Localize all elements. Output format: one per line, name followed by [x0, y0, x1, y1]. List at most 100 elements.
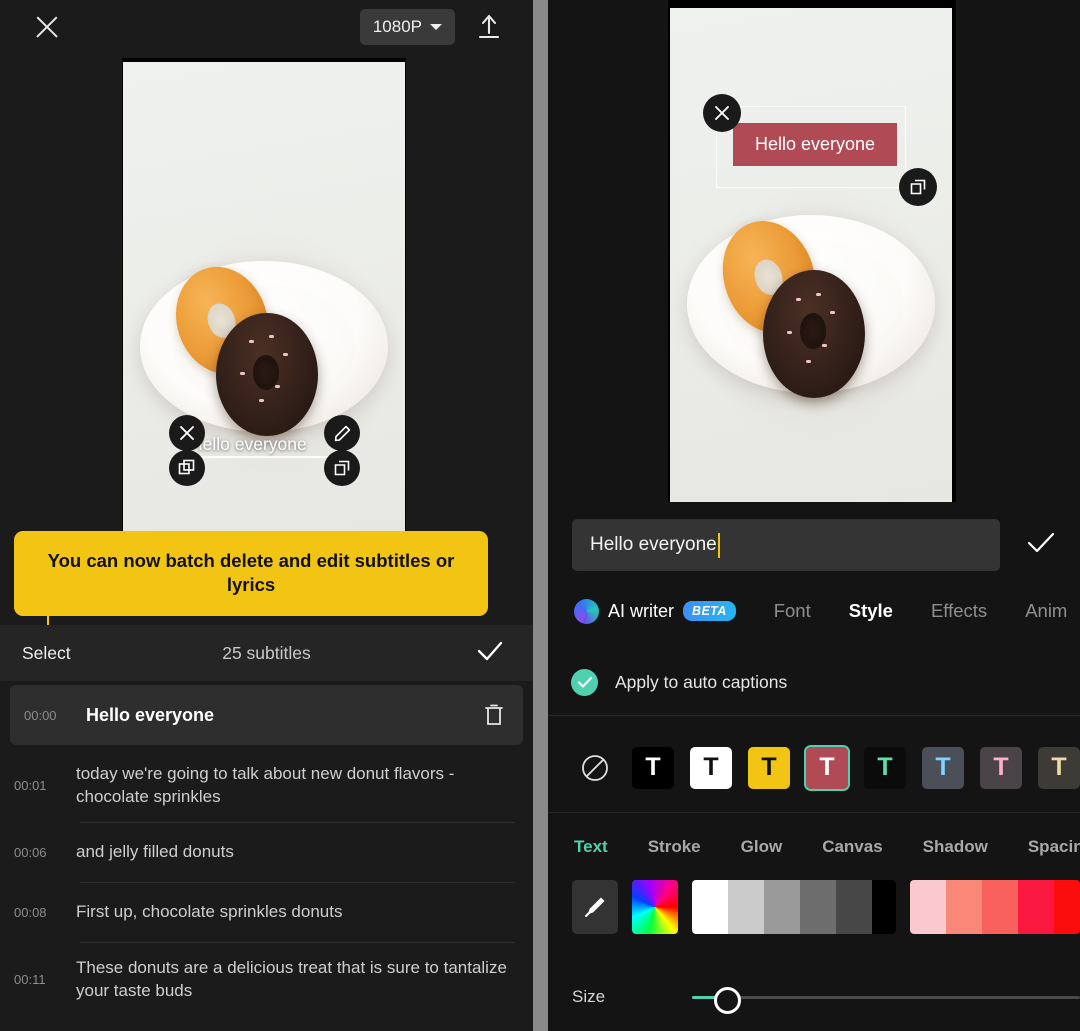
- overlay-edit-pencil-icon[interactable]: [324, 415, 360, 451]
- left-preview-image[interactable]: [123, 62, 405, 536]
- beta-badge: BETA: [683, 601, 736, 621]
- text-confirm-icon[interactable]: [1024, 530, 1058, 561]
- subtitle-text: today we're going to talk about new donu…: [76, 764, 455, 806]
- right-overlay-text[interactable]: Hello everyone: [733, 123, 898, 166]
- preset-green-on-black[interactable]: T: [864, 746, 906, 789]
- upload-icon[interactable]: [473, 11, 505, 43]
- batch-edit-tooltip: You can now batch delete and edit subtit…: [14, 531, 488, 616]
- subtitle-time: 00:06: [14, 845, 47, 861]
- preset-white-on-red[interactable]: T: [804, 744, 850, 791]
- swatch-dark-gray[interactable]: [836, 880, 872, 934]
- text-input-row: Hello everyone: [548, 508, 1080, 578]
- subtab-canvas[interactable]: Canvas: [822, 837, 882, 857]
- swatch-black[interactable]: [872, 880, 896, 934]
- ai-orb-icon: [574, 598, 599, 624]
- chocolate-donut-shape: [213, 313, 321, 437]
- preset-pink-on-gray[interactable]: T: [980, 746, 1022, 789]
- size-slider-row: Size: [548, 972, 1080, 1022]
- right-panel: Hello everyone Hello everyone AI writer …: [548, 0, 1080, 1031]
- delete-icon[interactable]: [483, 703, 505, 727]
- eyedropper-icon[interactable]: [572, 880, 618, 934]
- table-row[interactable]: 00:08 First up, chocolate sprinkles donu…: [0, 883, 533, 943]
- subtitle-count-label: 25 subtitles: [222, 642, 311, 663]
- subtab-text[interactable]: Text: [574, 837, 608, 857]
- subtab-stroke[interactable]: Stroke: [648, 837, 701, 857]
- subtab-glow[interactable]: Glow: [741, 837, 783, 857]
- overlay-resize-icon[interactable]: [324, 450, 360, 486]
- left-overlay-text: Hello everyone: [190, 434, 307, 454]
- swatch-salmon[interactable]: [946, 880, 982, 934]
- preset-black-on-black[interactable]: T: [632, 746, 674, 789]
- subtitle-confirm-icon[interactable]: [475, 639, 505, 668]
- subtitle-time: 00:00: [24, 707, 57, 723]
- table-row[interactable]: 00:00 Hello everyone: [10, 685, 523, 745]
- panel-divider: [533, 0, 548, 1031]
- right-preview-image[interactable]: [670, 8, 952, 502]
- grayscale-swatches: [692, 880, 896, 934]
- apply-auto-captions-row[interactable]: Apply to auto captions: [548, 655, 1080, 709]
- subtitle-text: Hello everyone: [86, 704, 215, 725]
- subtitle-time: 00:01: [14, 778, 47, 794]
- overlay-copy-icon[interactable]: [169, 450, 205, 486]
- close-icon[interactable]: [30, 10, 64, 44]
- resolution-label: 1080P: [372, 17, 422, 36]
- top-toolbar: 1080P: [0, 0, 533, 56]
- table-row[interactable]: 00:06 and jelly filled donuts: [0, 823, 533, 883]
- resolution-selector[interactable]: 1080P: [359, 9, 455, 45]
- overlay-close-icon[interactable]: [169, 415, 205, 451]
- right-overlay-close-icon[interactable]: [703, 94, 741, 132]
- swatch-gray[interactable]: [800, 880, 836, 934]
- tab-animation[interactable]: Anim: [1025, 600, 1067, 622]
- swatch-mid-gray[interactable]: [764, 880, 800, 934]
- swatch-pink[interactable]: [910, 880, 946, 934]
- swatch-coral[interactable]: [982, 880, 1018, 934]
- section-divider: [548, 715, 1080, 716]
- swatch-red[interactable]: [1054, 880, 1080, 934]
- tab-ai-writer[interactable]: AI writer BETA: [574, 598, 736, 624]
- size-label: Size: [572, 987, 606, 1006]
- table-row[interactable]: 00:01 today we're going to talk about ne…: [0, 749, 533, 823]
- subtab-shadow[interactable]: Shadow: [923, 837, 988, 857]
- tab-ai-writer-label: AI writer: [608, 600, 675, 621]
- tab-font[interactable]: Font: [774, 600, 811, 622]
- tab-effects[interactable]: Effects: [931, 600, 987, 622]
- preset-blue-on-gray[interactable]: T: [922, 746, 964, 789]
- tab-style[interactable]: Style: [849, 600, 893, 622]
- style-subtabs: Text Stroke Glow Canvas Shadow Spacing: [548, 826, 1080, 868]
- text-input-value: Hello everyone: [590, 534, 717, 555]
- search-input[interactable]: Hello everyone: [572, 519, 1000, 571]
- preset-tan-on-gray[interactable]: T: [1038, 746, 1080, 789]
- subtitle-list-header: Select 25 subtitles: [0, 625, 533, 681]
- apply-auto-captions-label: Apply to auto captions: [615, 671, 788, 692]
- subtitle-time: 00:08: [14, 905, 47, 921]
- size-slider-thumb[interactable]: [714, 986, 741, 1014]
- subtab-spacing[interactable]: Spacing: [1028, 837, 1080, 857]
- chocolate-donut-shape: [760, 269, 868, 399]
- swatch-white[interactable]: [692, 880, 728, 934]
- red-swatches: [910, 880, 1080, 934]
- checkbox-checked-icon[interactable]: [571, 668, 598, 696]
- table-row[interactable]: 00:11 These donuts are a delicious treat…: [0, 943, 533, 1017]
- subtitle-text: and jelly filled donuts: [76, 842, 234, 862]
- text-cursor: [717, 532, 720, 558]
- donut-photo: [123, 62, 405, 536]
- video-editor-app: 1080P Hello everyone You can now batch d…: [0, 0, 1080, 1031]
- left-overlay-text-container[interactable]: Hello everyone: [190, 434, 307, 455]
- style-presets-row: T T T T T T T T: [548, 730, 1080, 805]
- color-wheel-icon[interactable]: [632, 880, 678, 934]
- preset-black-on-white[interactable]: T: [690, 746, 732, 789]
- color-swatch-row: [548, 878, 1080, 936]
- section-divider-2: [548, 812, 1080, 813]
- size-slider[interactable]: [692, 986, 1080, 1014]
- chevron-down-icon: [430, 24, 442, 30]
- subtitle-list[interactable]: 00:00 Hello everyone 00:01 today we're g…: [0, 681, 533, 1031]
- left-panel: 1080P Hello everyone You can now batch d…: [0, 0, 533, 1031]
- swatch-light-gray[interactable]: [728, 880, 764, 934]
- right-overlay-resize-icon[interactable]: [899, 168, 937, 206]
- preset-none-icon[interactable]: [574, 747, 616, 789]
- subtitle-text: First up, chocolate sprinkles donuts: [76, 902, 343, 922]
- preset-black-on-yellow[interactable]: T: [748, 746, 790, 789]
- swatch-crimson[interactable]: [1018, 880, 1054, 934]
- select-button[interactable]: Select: [22, 643, 71, 664]
- tooltip-text: You can now batch delete and edit subtit…: [47, 550, 455, 596]
